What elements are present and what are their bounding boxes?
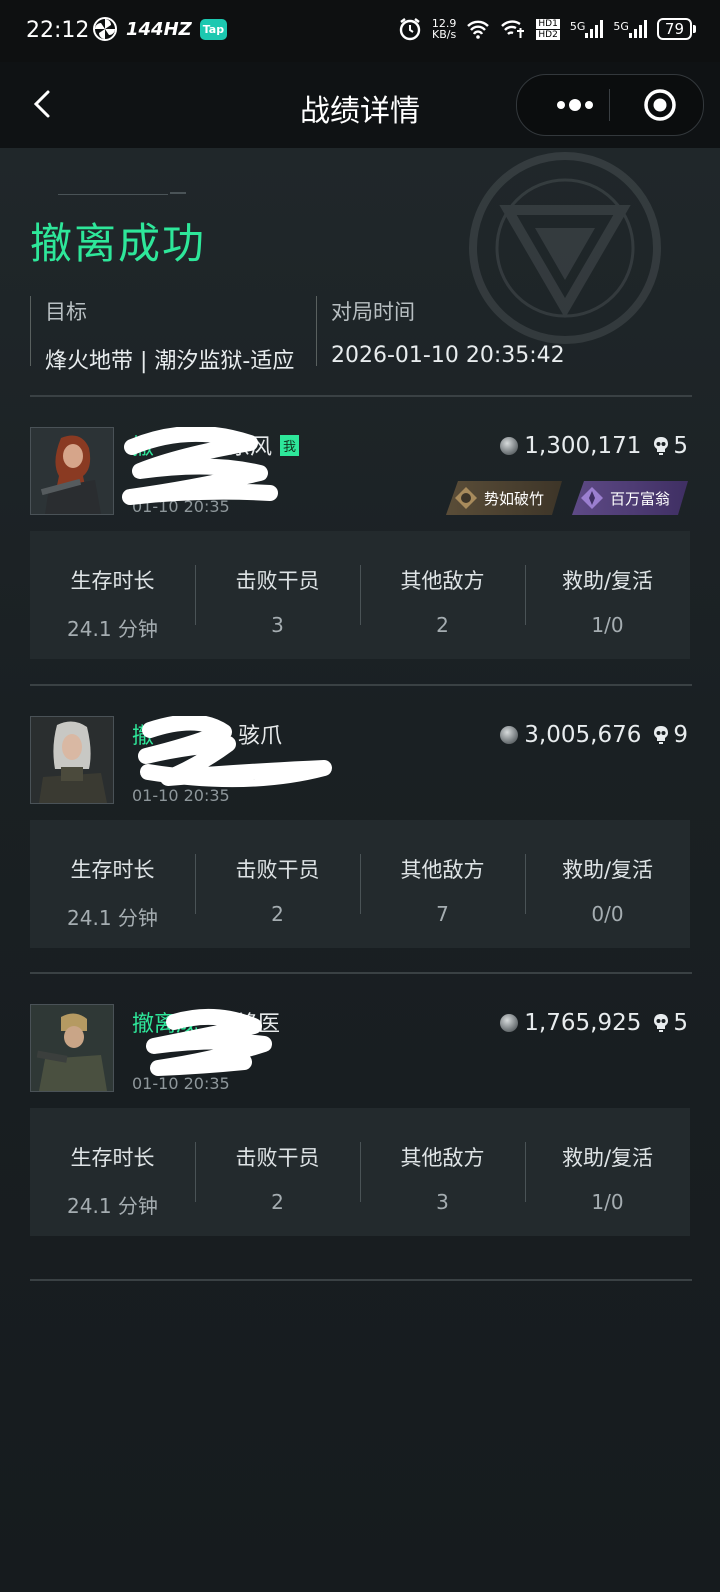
stat-other-enemies: 其他敌方 7: [360, 820, 525, 948]
target-value: 烽火地带 | 潮汐监狱-适应: [45, 349, 295, 374]
stat-survival-time: 生存时长 24.1 分钟: [67, 569, 158, 641]
capsule-divider: [609, 89, 610, 121]
player-kills: 9: [673, 722, 688, 748]
player-value-row: 1,300,171 5: [500, 433, 688, 459]
more-dots-icon: [557, 99, 593, 111]
coin-icon: [500, 726, 519, 744]
coin-icon: [500, 437, 519, 455]
skull-icon: [654, 1014, 669, 1032]
stat-operators-defeated: 击败干员 3: [195, 531, 360, 659]
stat-other-enemies: 其他敌方 2: [360, 531, 525, 659]
battery-icon: 79: [656, 18, 697, 40]
tiger-badge-icon: [454, 486, 478, 510]
player-stats: 生存时长 24.1 分钟 击败干员 2 其他敌方 7 救助/复活 0/0: [30, 820, 690, 948]
target-info: 目标 烽火地带 | 潮汐监狱-适应: [30, 296, 294, 374]
player-stats: 生存时长 24.1 分钟 击败干员 2 其他敌方 3 救助/复活 1/0: [30, 1108, 690, 1236]
player-avatar: [30, 427, 114, 515]
fan-icon: [93, 17, 117, 41]
section-divider: [30, 395, 692, 397]
player-stats: 生存时长 24.1 分钟 击败干员 3 其他敌方 2 救助/复活 1/0: [30, 531, 690, 659]
match-detail-content: 撤离成功 目标 烽火地带 | 潮汐监狱-适应 对局时间 2026-01-10 2…: [0, 148, 720, 1592]
skull-icon: [654, 437, 669, 455]
player-card[interactable]: 撤东风我 01-10 20:35 1,300,171 5 势如破竹 百万富翁 生…: [30, 427, 692, 687]
player-time: 01-10 20:35: [132, 1074, 230, 1093]
stat-survival-time: 生存时长 24.1 分钟: [67, 1146, 158, 1218]
net-speed: 12.9 KB/s: [431, 17, 457, 41]
faint-watermark-line: [58, 190, 188, 203]
crystal-badge-icon: [580, 486, 604, 510]
player-time: 01-10 20:35: [132, 497, 230, 516]
extraction-result: 撤离成功: [30, 219, 207, 268]
me-badge: 我: [280, 435, 300, 456]
stat-operators-defeated: 击败干员 2: [195, 1108, 360, 1236]
target-close-icon: [644, 89, 676, 121]
player-value-row: 1,765,925 5: [500, 1010, 688, 1036]
player-kills: 5: [673, 433, 688, 459]
player-avatar: [30, 716, 114, 804]
signal-sim1: 5G: [570, 20, 604, 38]
watermark-line-graphic: [58, 192, 186, 195]
miniprogram-capsule: [516, 74, 704, 136]
match-time-value: 2026-01-10 20:35:42: [331, 343, 565, 368]
target-label: 目标: [45, 300, 87, 324]
section-divider: [30, 972, 692, 974]
coin-icon: [500, 1014, 519, 1032]
alarm-icon: [399, 18, 421, 41]
player-name: 撤离成 蜂医: [132, 1012, 281, 1037]
close-miniprogram-button[interactable]: [643, 88, 677, 122]
player-asset-value: 1,300,171: [524, 433, 642, 459]
skull-icon: [654, 726, 669, 744]
player-kills: 5: [673, 1010, 688, 1036]
player-time: 01-10 20:35: [132, 786, 230, 805]
section-divider: [30, 684, 692, 686]
match-time-label: 对局时间: [331, 300, 415, 324]
achievement-tag: 百万富翁: [572, 481, 688, 515]
stat-assist-revive: 救助/复活 1/0: [525, 531, 690, 659]
nav-bar: 战绩详情: [0, 62, 720, 148]
tap-app-icon: Tap: [199, 18, 228, 40]
signal-sim2: 5G: [613, 20, 647, 38]
player-asset-value: 1,765,925: [524, 1010, 642, 1036]
wifi-icon: [467, 20, 490, 39]
operator-portrait-icon: [31, 1005, 113, 1091]
signal-bars-icon: [585, 20, 604, 38]
player-asset-value: 3,005,676: [524, 722, 642, 748]
stat-operators-defeated: 击败干员 2: [195, 820, 360, 948]
status-bar: 22:12 144HZ Tap 12.9 KB/s HD1 HD2 5G 5G …: [0, 0, 720, 62]
status-left-icons: 144HZ Tap: [92, 16, 228, 42]
player-name: 撤骇爪: [132, 724, 283, 749]
operator-portrait-icon: [31, 717, 113, 803]
achievement-tag: 势如破竹: [446, 481, 562, 515]
more-button[interactable]: [543, 89, 607, 121]
section-divider: [30, 1279, 692, 1281]
stat-assist-revive: 救助/复活 0/0: [525, 820, 690, 948]
hd-icon: HD1 HD2: [536, 18, 560, 40]
stat-other-enemies: 其他敌方 3: [360, 1108, 525, 1236]
status-right-icons: 12.9 KB/s HD1 HD2 5G 5G 79: [398, 17, 697, 41]
stat-survival-time: 生存时长 24.1 分钟: [67, 858, 158, 930]
match-time-info: 对局时间 2026-01-10 20:35:42: [316, 296, 565, 368]
wifi-sharing-icon: [501, 20, 525, 38]
stat-assist-revive: 救助/复活 1/0: [525, 1108, 690, 1236]
signal-bars-icon: [628, 20, 647, 38]
operator-portrait-icon: [31, 428, 113, 514]
player-avatar: [30, 1004, 114, 1092]
player-card[interactable]: 撤骇爪 01-10 20:35 3,005,676 9 生存时长 24.1 分钟 …: [30, 716, 692, 976]
achievement-tags: 势如破竹 百万富翁: [446, 481, 688, 515]
refresh-rate: 144HZ: [126, 18, 192, 40]
player-name: 撤东风我: [132, 429, 300, 461]
clock: 22:12: [26, 18, 90, 43]
player-value-row: 3,005,676 9: [500, 722, 688, 748]
player-card[interactable]: 撤离成 蜂医 01-10 20:35 1,765,925 5 生存时长 24.1 分…: [30, 1004, 692, 1264]
